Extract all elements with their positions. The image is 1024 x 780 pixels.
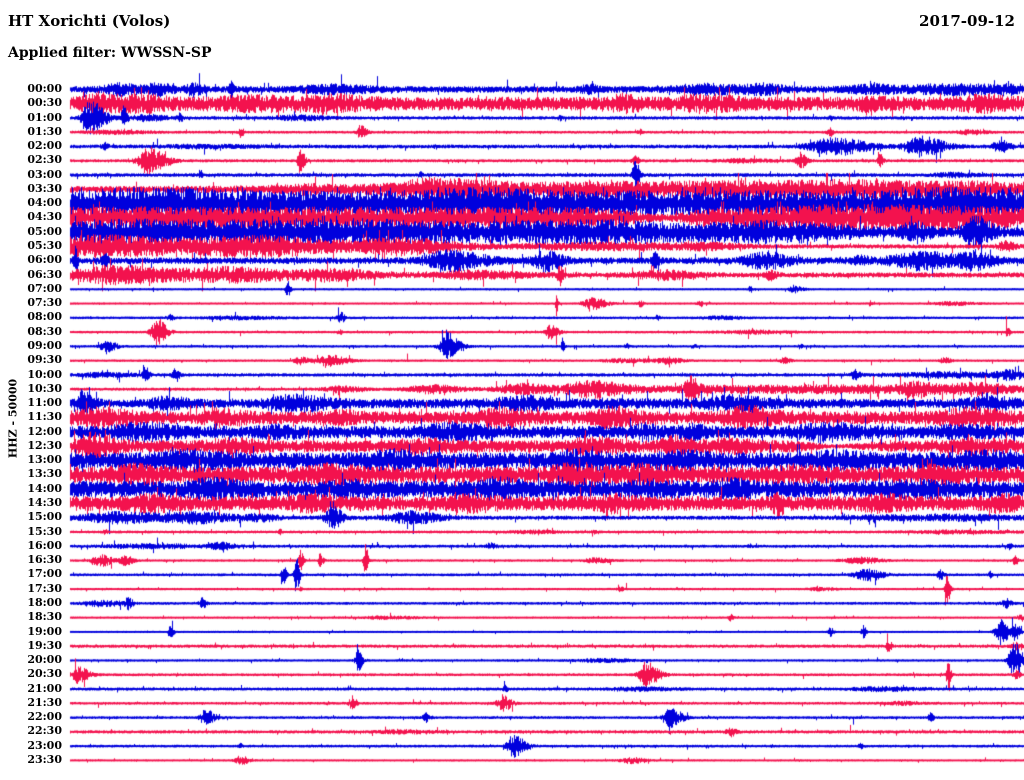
- time-label: 00:30: [27, 96, 62, 110]
- time-label: 17:30: [27, 581, 62, 595]
- applied-filter-label: Applied filter: WWSSN-SP: [8, 45, 212, 61]
- time-label: 03:00: [27, 167, 62, 181]
- time-label: 05:00: [27, 224, 62, 238]
- helicorder-page: HT Xorichti (Volos) 2017-09-12 Applied f…: [0, 0, 1024, 780]
- time-label: 01:30: [27, 124, 62, 138]
- time-label: 08:30: [27, 324, 62, 338]
- time-label: 04:00: [27, 196, 62, 210]
- time-label: 20:30: [27, 667, 62, 681]
- time-label: 21:00: [27, 681, 62, 695]
- time-label: 01:00: [27, 110, 62, 124]
- time-label: 04:30: [27, 210, 62, 224]
- time-label: 09:00: [27, 338, 62, 352]
- time-label: 22:30: [27, 724, 62, 738]
- time-label: 15:30: [27, 524, 62, 538]
- time-label: 08:00: [27, 310, 62, 324]
- time-label: 18:30: [27, 610, 62, 624]
- time-label: 21:30: [27, 695, 62, 709]
- time-label: 23:00: [27, 738, 62, 752]
- time-label: 16:30: [27, 553, 62, 567]
- time-label: 19:00: [27, 624, 62, 638]
- plot-date: 2017-09-12: [919, 12, 1015, 30]
- time-label: 16:00: [27, 538, 62, 552]
- time-label: 14:30: [27, 496, 62, 510]
- time-label: 12:00: [27, 424, 62, 438]
- time-label: 11:30: [27, 410, 62, 424]
- time-label: 02:00: [27, 139, 62, 153]
- time-label: 13:30: [27, 467, 62, 481]
- time-label: 23:30: [27, 753, 62, 767]
- time-label: 02:30: [27, 153, 62, 167]
- station-title: HT Xorichti (Volos): [8, 12, 171, 30]
- time-label: 03:30: [27, 181, 62, 195]
- time-label: 19:30: [27, 638, 62, 652]
- time-label: 10:00: [27, 367, 62, 381]
- time-label: 07:30: [27, 296, 62, 310]
- time-label: 09:30: [27, 353, 62, 367]
- time-label: 22:00: [27, 710, 62, 724]
- time-label: 20:00: [27, 653, 62, 667]
- time-label: 17:00: [27, 567, 62, 581]
- time-label: 13:00: [27, 453, 62, 467]
- helicorder-canvas: [0, 0, 1024, 780]
- time-label: 10:30: [27, 381, 62, 395]
- time-label: 12:30: [27, 438, 62, 452]
- time-label: 00:00: [27, 82, 62, 95]
- time-label: 06:00: [27, 253, 62, 267]
- time-label: 11:00: [27, 396, 62, 410]
- time-label: 14:00: [27, 481, 62, 495]
- time-label: 18:00: [27, 595, 62, 609]
- time-label: 15:00: [27, 510, 62, 524]
- time-label: 07:00: [27, 281, 62, 295]
- time-label: 05:30: [27, 239, 62, 253]
- time-label: 06:30: [27, 267, 62, 281]
